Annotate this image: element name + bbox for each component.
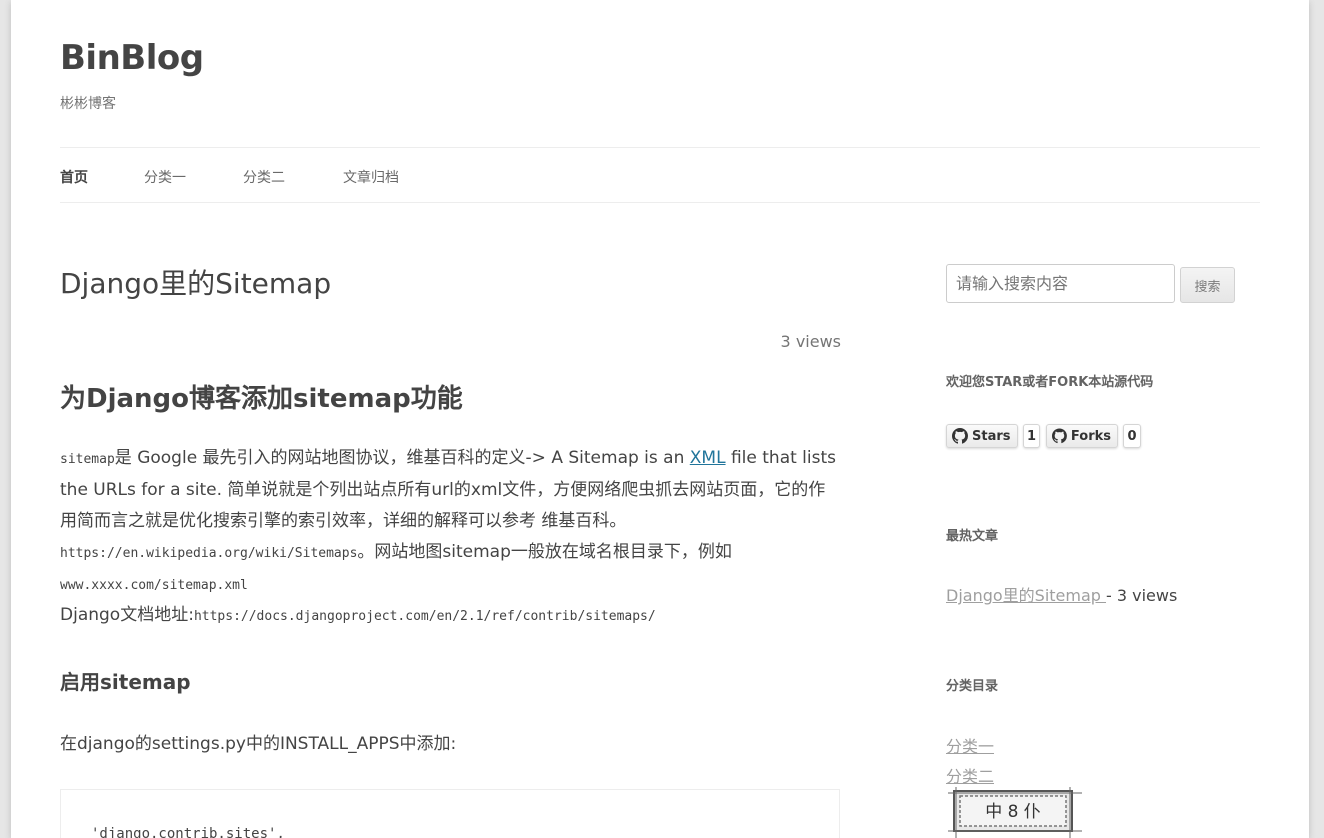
forks-label: Forks (1070, 428, 1111, 444)
search-button[interactable]: 搜索 (1180, 267, 1235, 303)
github-icon (952, 428, 968, 444)
page: BinBlog 彬彬博客 首页 分类一 分类二 文章归档 Django里的Sit… (11, 0, 1309, 838)
nav-item-category-2[interactable]: 分类二 (243, 167, 285, 187)
nav-item-category-1[interactable]: 分类一 (144, 167, 186, 187)
article-heading: 为Django博客添加sitemap功能 (60, 384, 463, 414)
view-count: 3 views (780, 332, 841, 351)
paragraph-text: 是 Google 最先引入的网站地图协议，维基百科的定义-> A Sitemap… (114, 448, 690, 468)
forks-count[interactable]: 0 (1123, 424, 1141, 448)
nav-item-archive[interactable]: 文章归档 (343, 167, 399, 187)
search-input[interactable] (946, 264, 1175, 303)
hot-post-link[interactable]: Django里的Sitemap (946, 586, 1106, 605)
site-description: 彬彬博客 (60, 96, 116, 112)
inline-code: sitemap (60, 452, 115, 467)
stars-button[interactable]: Stars (946, 424, 1018, 448)
github-widget-title: 欢迎您STAR或者FORK本站源代码 (946, 375, 1154, 390)
inline-code: https://en.wikipedia.org/wiki/Sitemaps (60, 546, 358, 561)
paragraph-text: Django文档地址: (60, 605, 194, 625)
docs-paragraph: Django文档地址:https://docs.djangoproject.co… (60, 600, 842, 632)
code-line: 'django.contrib.sites', (91, 826, 285, 838)
inline-code: www.xxxx.com/sitemap.xml (60, 578, 248, 593)
category-link-2[interactable]: 分类二 (946, 763, 994, 787)
hot-post-item: Django里的Sitemap - 3 views (946, 582, 1177, 606)
stamp-image: 中 8 仆 (948, 787, 1082, 838)
forks-button[interactable]: Forks (1046, 424, 1118, 448)
stars-count[interactable]: 1 (1023, 424, 1040, 448)
site-title[interactable]: BinBlog (60, 38, 204, 78)
settings-paragraph: 在django的settings.py中的INSTALL_APPS中添加: (60, 734, 457, 754)
stars-label: Stars (972, 428, 1011, 444)
categories-title: 分类目录 (946, 679, 999, 694)
category-link-1[interactable]: 分类一 (946, 733, 994, 757)
main-nav: 首页 分类一 分类二 文章归档 (60, 147, 1260, 203)
inline-code: https://docs.djangoproject.com/en/2.1/re… (193, 609, 656, 624)
intro-paragraph: sitemap是 Google 最先引入的网站地图协议，维基百科的定义-> A … (60, 443, 842, 601)
paragraph-text: 。网站地图sitemap一般放在域名根目录下，例如 (357, 542, 732, 562)
nav-item-home[interactable]: 首页 (60, 167, 88, 187)
hot-post-views: - 3 views (1106, 586, 1178, 605)
entry-title: Django里的Sitemap (60, 267, 332, 300)
section-heading: 启用sitemap (60, 670, 191, 694)
code-block: 'django.contrib.sites', (60, 789, 840, 838)
github-icon (1052, 428, 1067, 444)
xml-link[interactable]: XML (690, 448, 726, 468)
hot-posts-title: 最热文章 (946, 529, 999, 544)
stamp-text: 中 8 仆 (985, 802, 1041, 822)
